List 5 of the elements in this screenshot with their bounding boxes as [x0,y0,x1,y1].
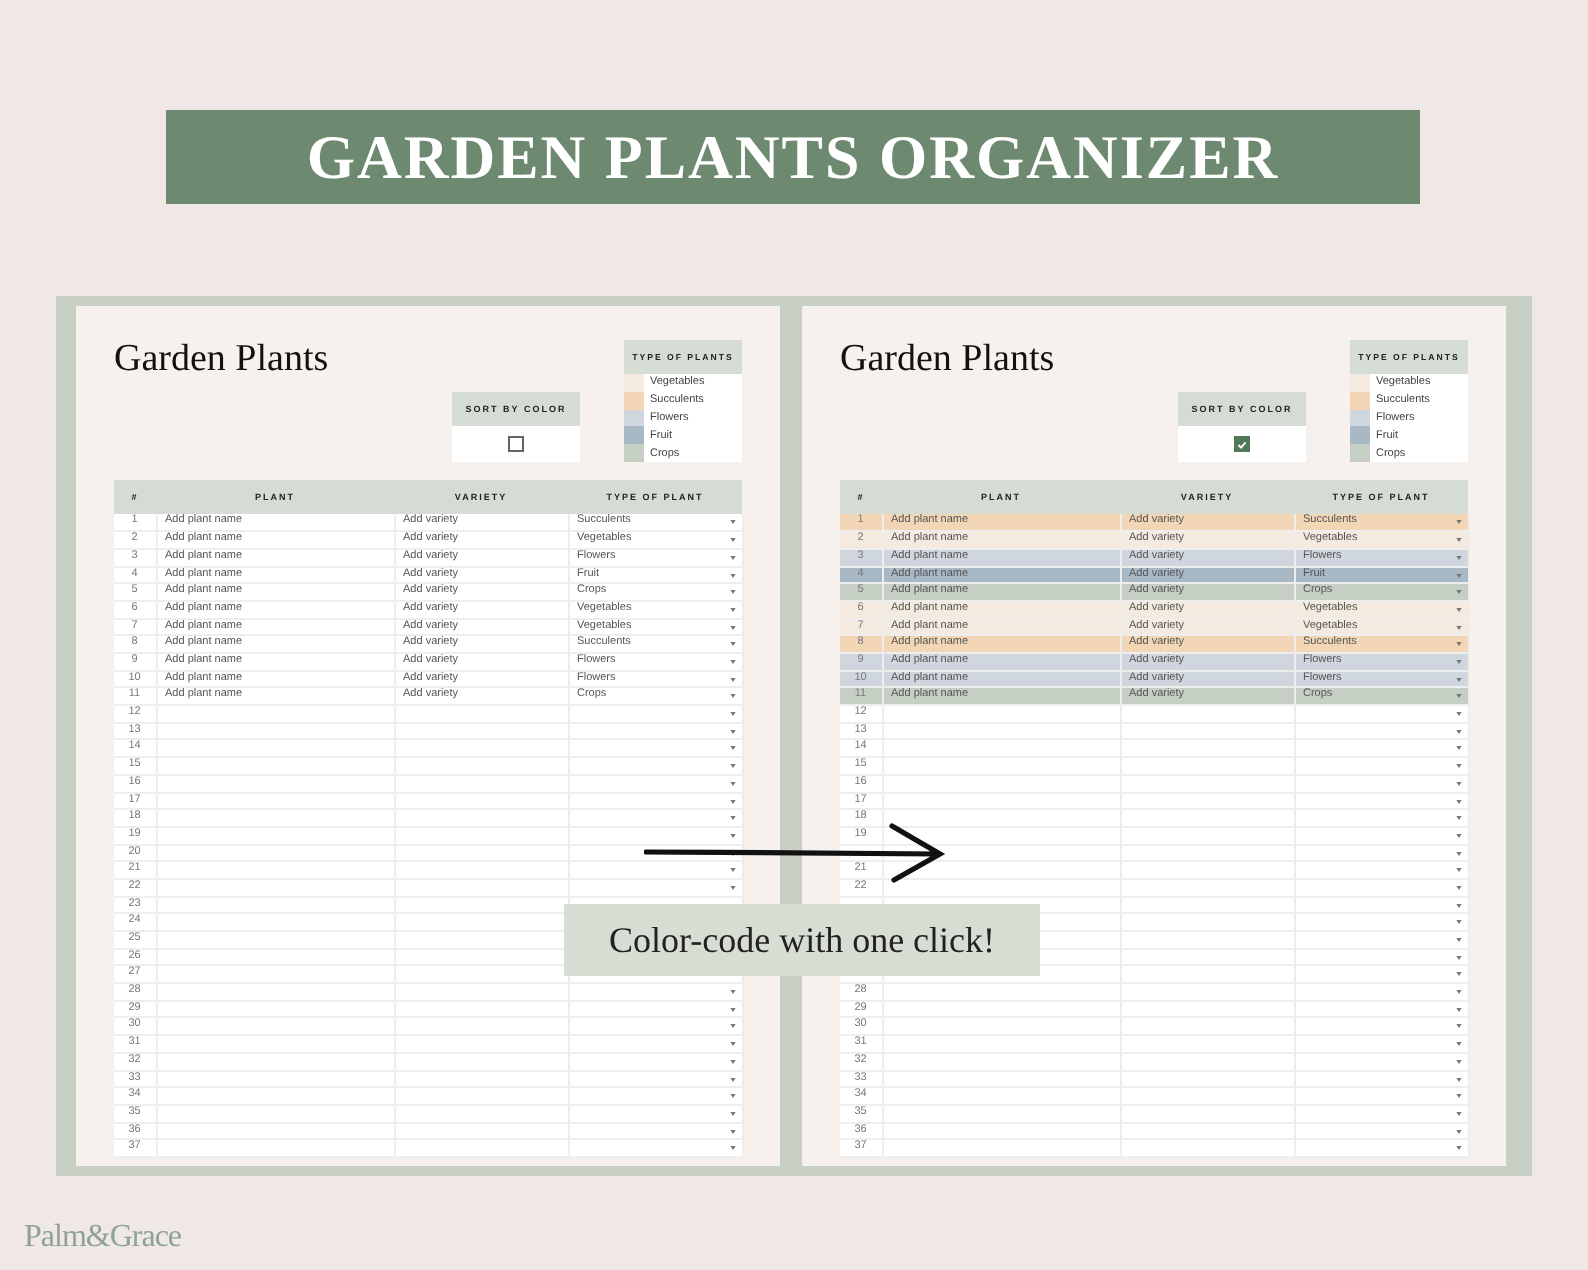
callout-text: Color-code with one click! [564,904,1040,976]
banner-title: GARDEN PLANTS ORGANIZER [166,110,1420,204]
brand-logo: Palm&Grace [24,1220,182,1256]
sheet-title: Garden Plants [840,338,1057,382]
sheet-title: Garden Plants [114,338,331,382]
